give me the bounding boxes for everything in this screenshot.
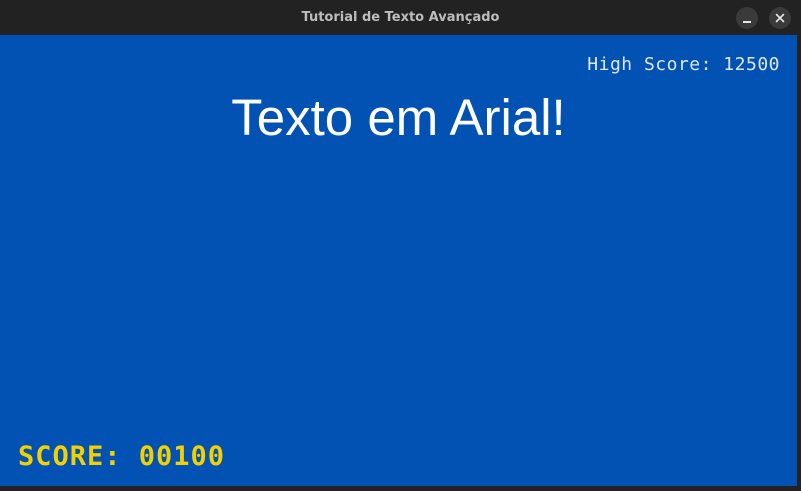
heading-text: Texto em Arial!	[231, 89, 566, 146]
score-text: SCORE: 00100	[18, 441, 226, 472]
high-score-text: High Score: 12500	[587, 54, 780, 75]
close-icon	[775, 13, 785, 23]
game-canvas[interactable]: High Score: 12500 Texto em Arial! SCORE:…	[0, 35, 797, 486]
window-title: Tutorial de Texto Avançado	[301, 10, 500, 25]
title-bar[interactable]: Tutorial de Texto Avançado	[0, 0, 801, 35]
app-window: Tutorial de Texto Avançado High Score: 1…	[0, 0, 801, 491]
minimize-button[interactable]	[736, 7, 758, 29]
minimize-icon	[743, 21, 751, 23]
close-button[interactable]	[769, 7, 791, 29]
